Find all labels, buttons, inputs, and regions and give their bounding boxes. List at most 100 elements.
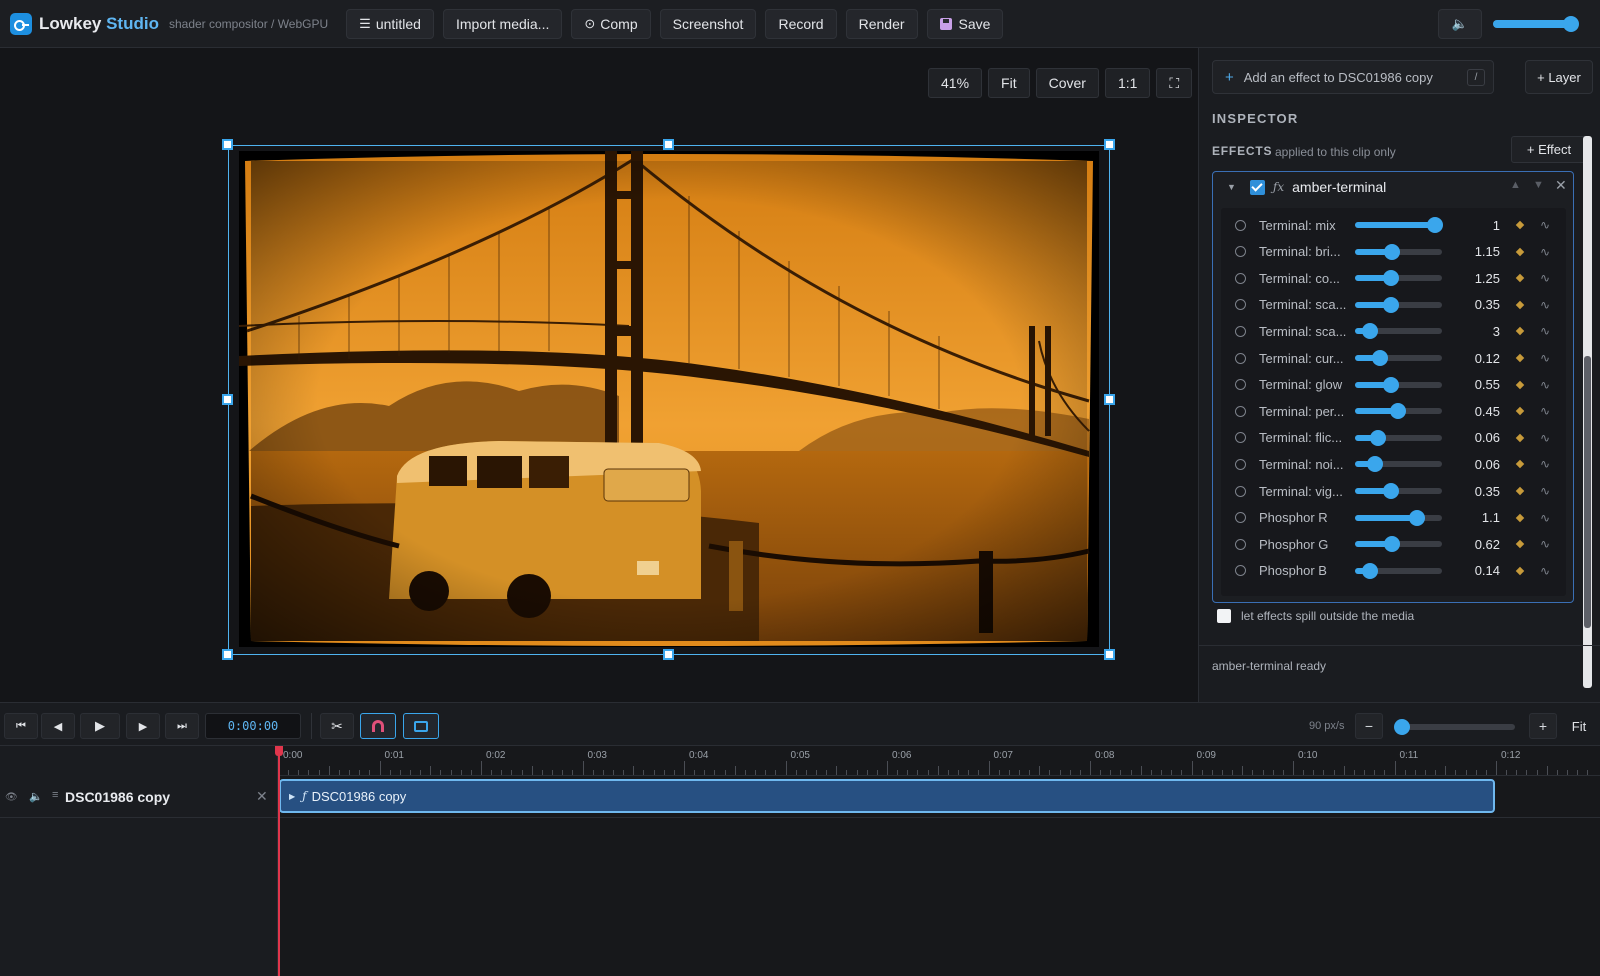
selection-frame[interactable] — [228, 145, 1110, 655]
keyframe-diamond-icon[interactable] — [1515, 353, 1525, 363]
param-slider-knob[interactable] — [1372, 350, 1389, 366]
param-slider[interactable] — [1355, 296, 1442, 313]
add-effect-input[interactable]: + Add an effect to DSC01986 copy / — [1212, 60, 1494, 94]
param-slider[interactable] — [1355, 217, 1444, 233]
param-slider-knob[interactable] — [1384, 536, 1401, 553]
resize-handle-tr[interactable] — [1104, 139, 1115, 150]
param-slider-knob[interactable] — [1382, 270, 1399, 287]
keyframe-diamond-icon[interactable] — [1515, 460, 1525, 469]
param-slider-knob[interactable] — [1382, 483, 1399, 499]
param-slider-knob[interactable] — [1384, 243, 1401, 260]
resize-handle-br[interactable] — [1104, 649, 1115, 660]
param-slider-knob[interactable] — [1369, 429, 1386, 446]
screenshot-button[interactable]: Screenshot — [659, 8, 757, 39]
modulate-wave-icon[interactable]: ∿ — [1540, 431, 1550, 445]
keyframe-clock-icon[interactable] — [1235, 352, 1246, 364]
param-value[interactable]: 1.1 — [1482, 510, 1500, 525]
track-audio-icon[interactable]: 🔈 — [29, 790, 43, 803]
param-slider[interactable] — [1355, 562, 1442, 579]
split-button[interactable]: ✂ — [320, 713, 354, 739]
save-button[interactable]: Save — [926, 8, 1004, 39]
remove-effect-icon[interactable]: ✕ — [1555, 177, 1567, 194]
clip-expand-icon[interactable]: ▶ — [289, 792, 295, 801]
param-slider-knob[interactable] — [1382, 376, 1399, 393]
mute-button[interactable]: 🔈 — [1438, 9, 1482, 39]
move-down-icon[interactable]: ▼ — [1533, 179, 1544, 191]
comp-button[interactable]: ⊙ Comp — [571, 8, 651, 39]
param-value[interactable]: 0.62 — [1475, 537, 1500, 552]
param-value[interactable]: 0.06 — [1475, 457, 1500, 472]
param-slider-knob[interactable] — [1361, 562, 1378, 579]
resize-handle-r[interactable] — [1104, 394, 1115, 405]
keyframe-clock-icon[interactable] — [1235, 458, 1246, 470]
param-slider[interactable] — [1355, 323, 1442, 340]
zoom-level-button[interactable]: 41% — [928, 68, 983, 98]
param-value[interactable]: 0.55 — [1475, 377, 1500, 392]
keyframe-diamond-icon[interactable] — [1515, 406, 1525, 416]
keyframe-diamond-icon[interactable] — [1515, 513, 1525, 522]
modulate-wave-icon[interactable]: ∿ — [1540, 564, 1550, 578]
keyframe-diamond-icon[interactable] — [1515, 433, 1525, 443]
param-value[interactable]: 0.14 — [1475, 563, 1500, 578]
param-value[interactable]: 3 — [1493, 324, 1500, 339]
param-value[interactable]: 0.06 — [1475, 430, 1500, 445]
keyframe-clock-icon[interactable] — [1235, 219, 1246, 231]
step-back-button[interactable]: ◀ — [41, 713, 75, 739]
param-value[interactable]: 0.35 — [1475, 484, 1500, 499]
param-slider[interactable] — [1355, 429, 1442, 446]
param-slider[interactable] — [1355, 456, 1442, 473]
volume-slider[interactable] — [1493, 16, 1580, 32]
keyframe-clock-icon[interactable] — [1235, 246, 1246, 258]
resize-handle-b[interactable] — [663, 649, 674, 660]
project-menu-button[interactable]: ☰ untitled — [346, 8, 434, 39]
spill-checkbox[interactable] — [1217, 609, 1231, 623]
add-layer-button[interactable]: + Layer — [1525, 60, 1593, 94]
scrollbar-thumb[interactable] — [1584, 356, 1591, 628]
modulate-wave-icon[interactable]: ∿ — [1540, 378, 1550, 392]
keyframe-clock-icon[interactable] — [1235, 379, 1246, 391]
param-slider[interactable] — [1355, 376, 1442, 393]
playhead-handle[interactable] — [275, 746, 283, 756]
modulate-wave-icon[interactable]: ∿ — [1540, 245, 1550, 259]
param-slider[interactable] — [1355, 270, 1442, 287]
import-media-button[interactable]: Import media... — [442, 8, 563, 39]
keyframe-diamond-icon[interactable] — [1515, 566, 1525, 576]
param-slider-knob[interactable] — [1382, 296, 1399, 313]
param-slider[interactable] — [1355, 243, 1442, 260]
eye-icon[interactable]: 👁 — [5, 792, 18, 803]
time-ruler[interactable]: 0:00 0:01 0:02 0:03 0:04 0:05 0:06 0:07 0:08 0:09… — [278, 746, 1600, 776]
keyframe-diamond-icon[interactable] — [1515, 539, 1525, 549]
modulate-wave-icon[interactable]: ∿ — [1540, 537, 1550, 551]
zoom-in-button[interactable]: + — [1529, 713, 1557, 739]
spill-option[interactable]: let effects spill outside the media — [1217, 609, 1414, 623]
modulate-wave-icon[interactable]: ∿ — [1540, 351, 1550, 365]
snap-toggle[interactable] — [360, 713, 396, 739]
resize-handle-bl[interactable] — [222, 649, 233, 660]
fit-button[interactable]: Fit — [988, 68, 1030, 98]
param-slider[interactable] — [1355, 350, 1442, 366]
param-value[interactable]: 0.35 — [1475, 297, 1500, 312]
param-slider-knob[interactable] — [1367, 456, 1383, 473]
keyframe-clock-icon[interactable] — [1235, 565, 1246, 577]
param-value[interactable]: 0.12 — [1475, 351, 1500, 366]
modulate-wave-icon[interactable]: ∿ — [1540, 484, 1550, 498]
volume-knob[interactable] — [1563, 16, 1580, 32]
param-slider-knob[interactable] — [1427, 217, 1444, 233]
resize-handle-t[interactable] — [663, 139, 674, 150]
param-slider-knob[interactable] — [1408, 509, 1425, 526]
param-value[interactable]: 1 — [1493, 218, 1500, 233]
drag-handle-icon[interactable]: ≡ — [52, 789, 58, 801]
keyframe-clock-icon[interactable] — [1235, 272, 1246, 284]
play-button[interactable]: ▶ — [80, 713, 120, 739]
resize-handle-l[interactable] — [222, 394, 233, 405]
add-effect-button[interactable]: + Effect — [1511, 136, 1587, 163]
timeline-fit-button[interactable]: Fit — [1563, 713, 1595, 739]
modulate-wave-icon[interactable]: ∿ — [1540, 271, 1550, 285]
param-slider[interactable] — [1355, 483, 1442, 499]
move-up-icon[interactable]: ▲ — [1510, 179, 1521, 191]
keyframe-clock-icon[interactable] — [1235, 325, 1246, 337]
timeline-zoom-slider[interactable] — [1394, 719, 1515, 735]
param-slider-knob[interactable] — [1389, 403, 1406, 420]
zoom-out-button[interactable]: − — [1355, 713, 1383, 739]
keyframe-diamond-icon[interactable] — [1515, 380, 1525, 389]
